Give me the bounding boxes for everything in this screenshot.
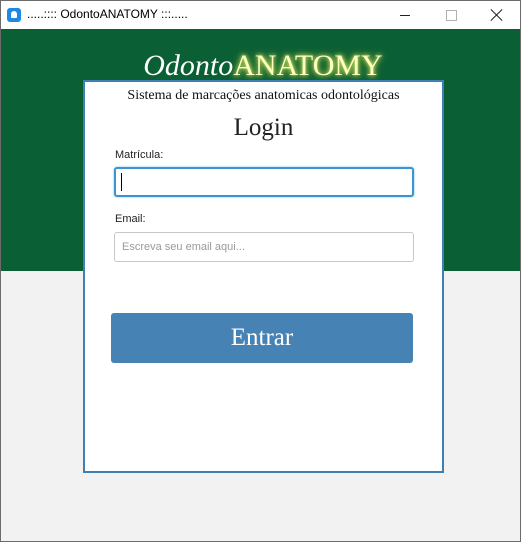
window-title: .....:::: OdontoANATOMY :::..... — [27, 7, 188, 21]
app-tooth-icon — [7, 8, 21, 22]
email-input[interactable] — [114, 232, 414, 262]
maximize-icon — [445, 9, 457, 21]
minimize-button[interactable] — [382, 1, 428, 29]
email-label: Email: — [115, 213, 146, 225]
title-bar[interactable]: .....:::: OdontoANATOMY :::..... — [1, 1, 520, 29]
logo-anatomy: ANATOMY — [233, 49, 383, 82]
logo-odonto: Odonto — [143, 49, 234, 82]
maximize-button[interactable] — [428, 1, 474, 29]
minimize-icon — [400, 14, 410, 16]
app-window: .....:::: OdontoANATOMY :::..... OdontoA… — [0, 0, 521, 542]
system-subtitle: Sistema de marcações anatomicas odontoló… — [127, 88, 400, 103]
matricula-label: Matrícula: — [115, 149, 164, 161]
app-logo: OdontoANATOMY — [1, 49, 520, 83]
login-card: Sistema de marcações anatomicas odontoló… — [83, 80, 444, 473]
close-button[interactable] — [474, 1, 520, 29]
close-icon — [491, 9, 503, 21]
login-heading: Login — [233, 114, 294, 141]
text-caret — [121, 173, 122, 191]
matricula-input[interactable] — [114, 167, 414, 197]
login-submit-button[interactable]: Entrar — [111, 313, 413, 363]
